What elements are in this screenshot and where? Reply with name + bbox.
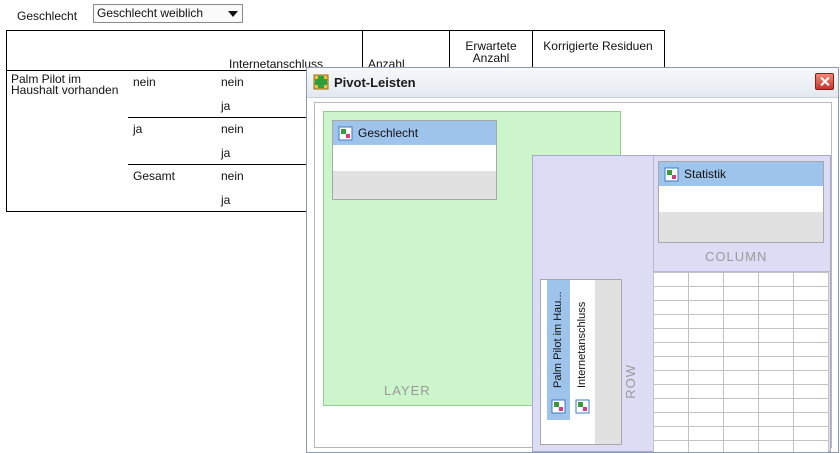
chevron-down-icon [228,11,238,17]
layer-item-box: Geschlecht [332,120,497,200]
column-header-korrigierte-residuen: Korrigierte Residuen [543,40,653,53]
layer-empty-slot [333,171,496,199]
row-item-internetanschluss[interactable]: Internetanschluss [571,280,594,420]
column-header-anzahl: Anzahl [368,58,405,67]
row-label: nein [221,75,244,89]
column-item-statistik[interactable]: Statistik [659,162,823,186]
dimension-icon [551,399,566,414]
close-icon[interactable] [815,73,834,90]
row-label: nein [221,169,244,183]
row-dimension-label: Palm Pilot im Haushalt vorhanden [11,72,119,97]
column-header-erwartete-anzahl: Erwartete Anzahl [465,40,517,65]
layer-dropdown-value: Geschlecht weiblich [97,6,204,20]
dialog-title: Pivot-Leisten [334,75,416,90]
row-item-box: Palm Pilot im Hau... Internetanschluss [540,279,622,445]
layer-item-geschlecht[interactable]: Geschlecht [333,121,496,145]
dialog-titlebar[interactable]: Pivot-Leisten [307,68,838,98]
pivot-icon [313,74,329,90]
dimension-icon [338,126,353,141]
column-tray-title: COLUMN [705,249,768,264]
row-item-label: Palm Pilot im Hau... [552,291,564,388]
column-item-label: Statistik [684,167,727,181]
layer-tray-title: LAYER [384,383,431,398]
table-preview-grid [653,272,829,452]
pivot-trays-dialog[interactable]: Pivot-Leisten Geschlecht LAYER Statistik… [306,67,839,453]
row-label: ja [221,146,231,160]
row-label: nein [221,122,244,136]
row-tray-title: ROW [623,364,638,399]
column-empty-slot [659,212,823,242]
row-group-label: ja [133,122,143,136]
row-group-label: Gesamt [133,169,176,183]
row-item-label: Internetanschluss [576,301,588,388]
row-item-palm-pilot[interactable]: Palm Pilot im Hau... [547,280,570,420]
dimension-icon [575,399,590,414]
row-label: ja [221,193,231,207]
column-item-box: Statistik [658,161,824,243]
row-empty-slot [595,280,621,444]
dimension-icon [664,167,679,182]
row-label: ja [221,99,231,113]
layer-item-label: Geschlecht [358,126,419,140]
layer-dropdown[interactable]: Geschlecht weiblich [93,4,243,23]
layer-label: Geschlecht [17,9,78,23]
row-group-label: nein [133,75,156,89]
